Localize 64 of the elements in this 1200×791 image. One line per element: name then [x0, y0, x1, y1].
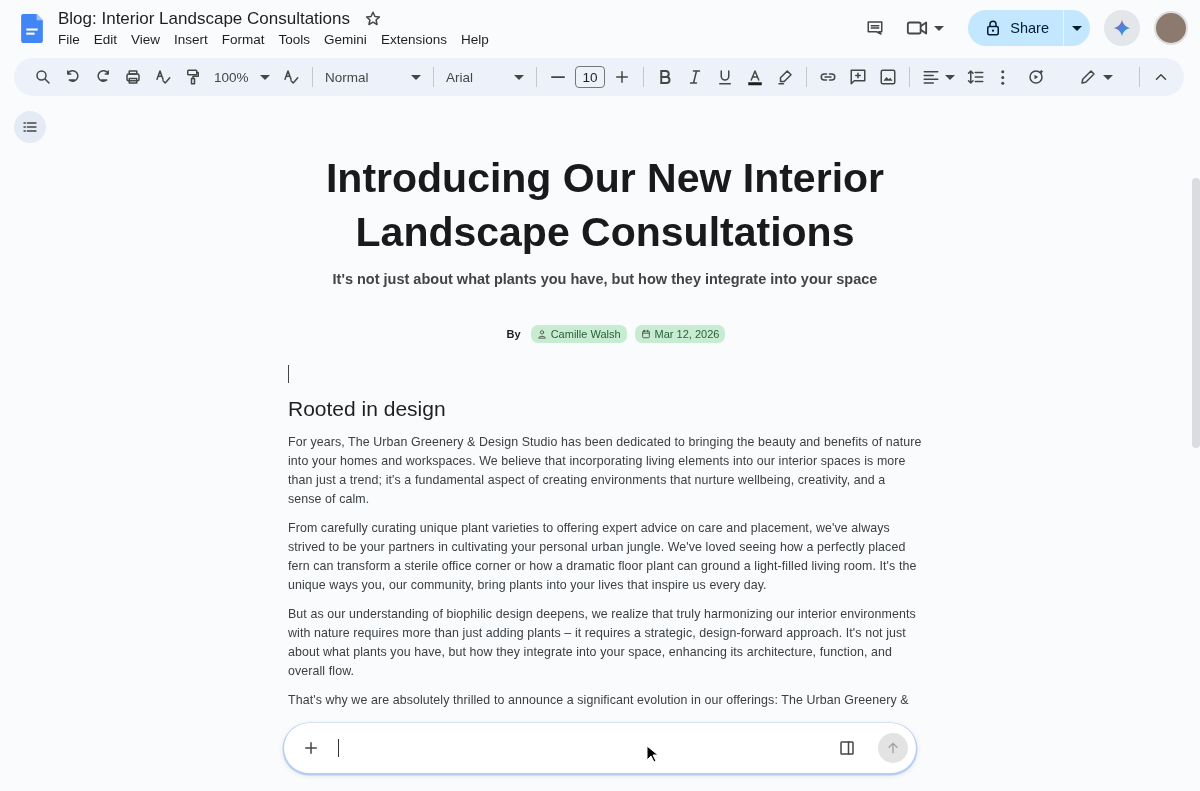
- outline-button[interactable]: [14, 111, 46, 143]
- menu-item[interactable]: View: [124, 30, 168, 49]
- side-panel-icon: [838, 739, 856, 757]
- section-heading: Rooted in design: [288, 397, 447, 421]
- document-title[interactable]: Blog: Interior Landscape Consultations: [58, 9, 350, 29]
- style-dropdown[interactable]: Normal: [321, 67, 425, 87]
- caret-icon: [1103, 74, 1113, 80]
- sparkle-icon: [1112, 18, 1132, 38]
- author-chip[interactable]: Camille Walsh: [530, 325, 627, 343]
- list-icon: [22, 119, 38, 135]
- line-spacing-icon: [967, 68, 985, 86]
- minus-icon: [551, 76, 565, 78]
- underline-icon: [716, 68, 734, 86]
- caret-icon: [260, 74, 270, 80]
- docs-logo-icon[interactable]: [20, 12, 44, 44]
- menu-item[interactable]: Edit: [86, 30, 125, 49]
- gemini-button[interactable]: [1104, 10, 1140, 46]
- scrollbar[interactable]: [1192, 178, 1200, 448]
- paragraph: That's why we are absolutely thrilled to announce a significant evolution in our offerings: The Urban Greenery &: [288, 692, 910, 709]
- zoom-dropdown[interactable]: 100%: [210, 67, 274, 87]
- menu-item[interactable]: Insert: [167, 30, 215, 49]
- menu-item[interactable]: Help: [453, 30, 496, 49]
- menu-item[interactable]: File: [51, 30, 87, 49]
- image-icon: [879, 68, 897, 86]
- caret-icon: [411, 74, 421, 80]
- menu-item[interactable]: Format: [214, 30, 272, 49]
- caret-icon: [934, 25, 945, 31]
- caret-icon: [514, 74, 524, 80]
- print-icon: [124, 68, 142, 86]
- play-sparkle-icon: [1027, 68, 1045, 86]
- text-style-icon: [282, 68, 300, 86]
- menu-item[interactable]: Tools: [271, 30, 318, 49]
- paint-format-icon: [184, 68, 202, 86]
- plus-icon: [302, 739, 320, 757]
- text-cursor: [288, 365, 289, 383]
- menu-item[interactable]: Extensions: [373, 30, 454, 49]
- highlighter-icon: [776, 68, 794, 86]
- plus-icon: [613, 68, 631, 86]
- document-title-heading: Introducing Our New Interior Landscape Consultations: [324, 154, 886, 257]
- date-chip[interactable]: Mar 12, 2026: [634, 325, 726, 343]
- font-dropdown[interactable]: Arial: [442, 67, 528, 87]
- paragraph: But as our understanding of biophilic design deepens, we realize that truly harmonizing our interior environments with nature requires more than just adding plants – it requires a strategic, design-forward approach. It's not just about what plants you have, but how they integrate into your space, enhancing its architecture, function, and overall flow.: [288, 606, 917, 680]
- calendar-icon: [640, 329, 651, 339]
- font-size-field[interactable]: 10: [575, 66, 605, 88]
- subtitle: It's not just about what plants you have, but how they integrate into your space: [331, 271, 879, 287]
- caret-icon: [1072, 25, 1082, 31]
- arrow-up-icon: [885, 740, 901, 756]
- text-color-icon: [746, 68, 764, 86]
- avatar[interactable]: [1154, 11, 1188, 45]
- mouse-pointer-icon: [646, 745, 660, 763]
- paragraph: From carefully curating unique plant varieties to offering expert advice on care and placement, we've always strived to be your partners in cultivating your personal urban jungle. We've loved seeing how a perfectly placed fern can transform a sterile office corner or how a dramatic floor plant can ground a light-filled living room. It's the unique ways you, our community, bring plants into your lives that inspire us every day.: [288, 520, 918, 594]
- caret-icon: [945, 74, 955, 80]
- add-comment-icon: [849, 68, 867, 86]
- pencil-icon: [1079, 68, 1097, 86]
- person-icon: [536, 329, 547, 339]
- search-icon: [34, 68, 52, 86]
- align-left-icon: [922, 68, 940, 86]
- paragraph: For years, The Urban Greenery & Design Studio has been dedicated to bringing the beauty and benefits of nature into your homes and workspaces. We believe that incorporating living elements into our interior spaces is more than just a trend; it's a fundamental aspect of creating environments that nurture wellbeing, creativity, and a sense of calm.: [288, 434, 922, 508]
- byline-label: By: [506, 328, 521, 340]
- more-icon: [1001, 69, 1005, 85]
- star-icon[interactable]: [364, 10, 382, 28]
- comment-icon: [866, 19, 885, 37]
- spellcheck-icon: [154, 68, 172, 86]
- menu-item[interactable]: Gemini: [317, 30, 374, 49]
